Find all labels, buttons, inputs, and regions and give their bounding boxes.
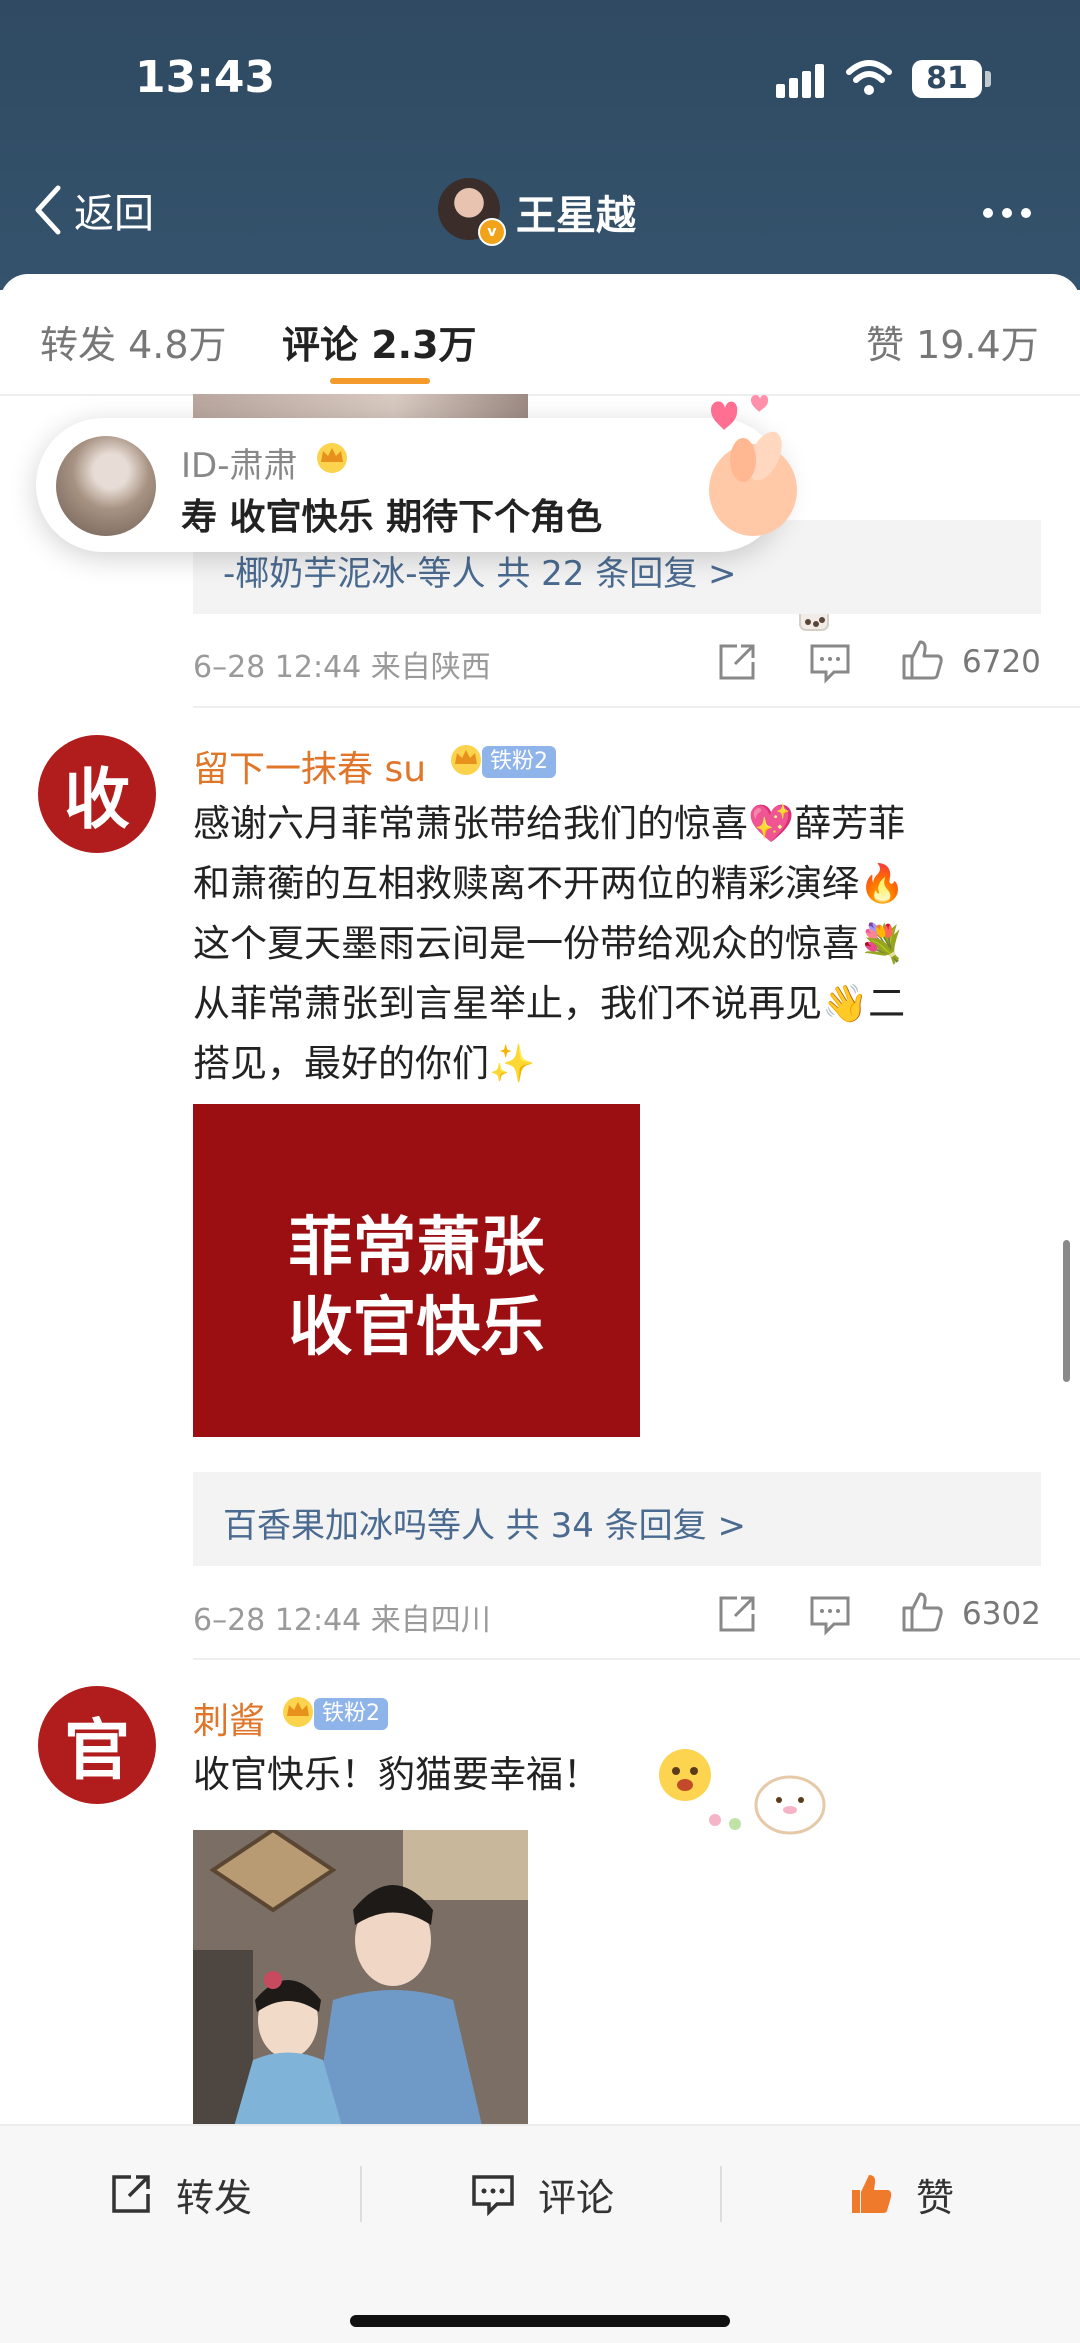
chevron-left-icon — [35, 185, 61, 235]
repost-label: 转发 — [176, 2175, 253, 2220]
active-tab-indicator — [330, 378, 430, 384]
cellular-signal-icon — [776, 62, 826, 98]
toast-avatar — [56, 436, 156, 536]
comment-text: 收官快乐！豹猫要幸福！ — [193, 1753, 600, 1796]
commenter-avatar[interactable]: 收 — [38, 735, 156, 853]
image-text-line: 收官快乐 — [288, 1291, 545, 1365]
like-count: 6302 — [962, 1596, 1041, 1632]
like-icon[interactable] — [900, 638, 944, 682]
divider — [193, 1658, 1080, 1660]
comment-icon[interactable] — [808, 1592, 852, 1636]
like-icon-active — [852, 2175, 892, 2213]
tab-likes[interactable]: 赞 19.4万 — [866, 314, 1039, 369]
comment-line: 感谢六月菲常萧张带给我们的惊喜💖薛芳菲 — [193, 802, 906, 845]
back-label: 返回 — [74, 191, 154, 237]
battery-indicator: 81 — [912, 60, 982, 98]
comment-line: 和萧蘅的互相救赎离不开两位的精彩演绎🔥 — [193, 862, 906, 905]
commenter-avatar[interactable]: 官 — [38, 1686, 156, 1804]
reply-summary-text[interactable]: -椰奶芋泥冰-等人 共 22 条回复 > — [223, 546, 737, 595]
wifi-icon — [846, 60, 892, 95]
repost-icon[interactable] — [715, 1592, 759, 1636]
verified-badge-icon: v — [478, 218, 506, 246]
crown-icon — [451, 745, 481, 775]
comment-icon[interactable] — [808, 640, 852, 684]
comment-text: 感谢六月菲常萧张带给我们的惊喜💖薛芳菲 和萧蘅的互相救赎离不开两位的精彩演绎🔥 … — [193, 794, 1033, 1094]
repost-icon — [112, 2175, 150, 2213]
comment-line: 搭见，最好的你们✨ — [193, 1042, 536, 1085]
divider — [193, 706, 1080, 708]
finger-heart-icon — [709, 394, 797, 536]
crown-icon — [317, 443, 347, 473]
fan-level-badge: 铁粉2 — [482, 746, 556, 778]
comment-line: 从菲常萧张到言星举止，我们不说再见👋二 — [193, 982, 906, 1025]
comment-label: 评论 — [538, 2175, 615, 2220]
divider — [720, 2166, 722, 2222]
back-button[interactable]: 返回 — [32, 180, 154, 240]
commenter-name[interactable]: 刺酱 — [193, 1692, 265, 1744]
tab-repost[interactable]: 转发 4.8万 — [40, 314, 227, 369]
top-header: 13:43 81 返回 v 王星越 — [0, 0, 1080, 290]
commenter-name[interactable]: 留下一抹春 su — [193, 740, 426, 792]
fan-level-badge: 铁粉2 — [314, 1698, 388, 1730]
drama-still-image — [193, 1830, 528, 2130]
repost-button[interactable]: 转发 — [108, 2164, 252, 2224]
comment-image-partial[interactable] — [193, 394, 528, 418]
comment-meta: 6–28 12:44 来自陕西 — [193, 650, 491, 685]
more-options-icon[interactable] — [983, 208, 1031, 218]
reply-summary-text[interactable]: 百香果加冰吗等人 共 34 条回复 > — [223, 1498, 746, 1547]
comment-image[interactable]: 菲常萧张 收官快乐 — [193, 1104, 640, 1437]
notification-toast[interactable]: ID-肃肃 寿 收官快乐 期待下个角色 — [36, 394, 797, 552]
like-count: 6720 — [962, 644, 1041, 680]
scrollbar[interactable] — [1063, 1240, 1070, 1382]
comment-icon — [472, 2175, 514, 2217]
repost-icon[interactable] — [715, 640, 759, 684]
like-button[interactable]: 赞 — [848, 2164, 954, 2224]
battery-tip — [985, 71, 991, 87]
toast-message: 寿 收官快乐 期待下个角色 — [181, 497, 603, 538]
image-text-line: 菲常萧张 — [288, 1211, 545, 1285]
like-icon[interactable] — [900, 1590, 944, 1634]
tab-comments[interactable]: 评论 2.3万 — [282, 314, 477, 369]
toast-username: ID-肃肃 — [181, 446, 298, 486]
bottom-action-bar: 转发 评论 赞 — [0, 2124, 1080, 2343]
reply-summary-box[interactable]: 百香果加冰吗等人 共 34 条回复 > — [193, 1472, 1041, 1566]
comment-button[interactable]: 评论 — [470, 2164, 614, 2224]
home-indicator[interactable] — [350, 2315, 730, 2327]
like-label: 赞 — [916, 2175, 955, 2220]
author-name[interactable]: 王星越 — [516, 183, 636, 241]
comment-image[interactable] — [193, 1830, 528, 2130]
crown-icon — [283, 1697, 313, 1727]
tab-bar: 转发 4.8万 评论 2.3万 赞 19.4万 — [0, 274, 1080, 631]
comment-meta: 6–28 12:44 来自四川 — [193, 1603, 491, 1638]
status-time: 13:43 — [135, 52, 276, 103]
comment-line: 这个夏天墨雨云间是一份带给观众的惊喜💐 — [193, 922, 906, 965]
divider — [360, 2166, 362, 2222]
cat-sticker-icon — [659, 1749, 826, 1835]
